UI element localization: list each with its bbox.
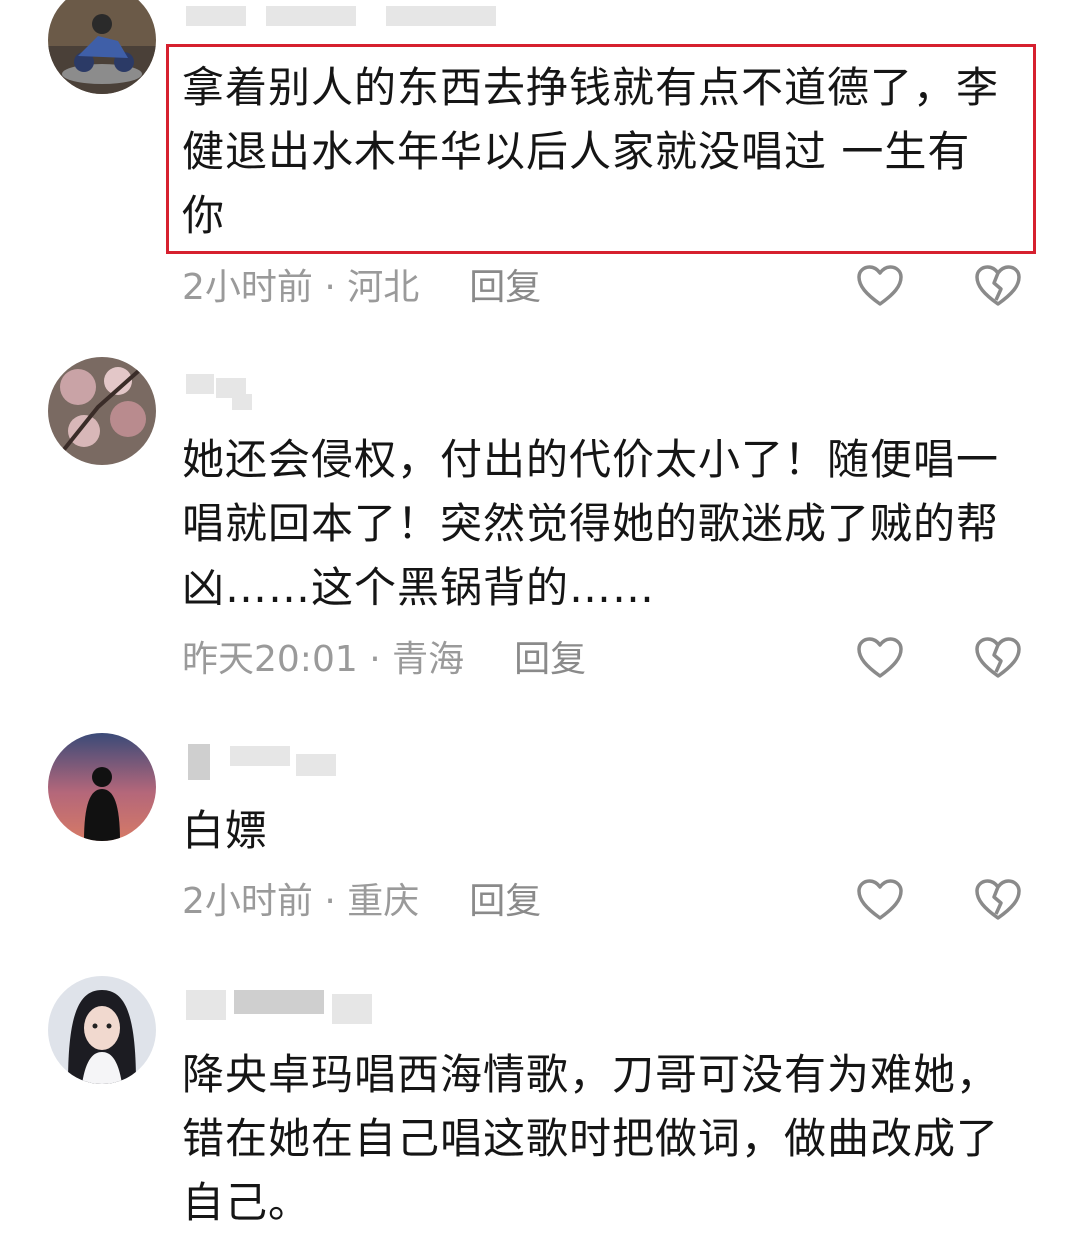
- comment-location: 青海: [392, 639, 465, 680]
- comment-time: 2小时前: [182, 267, 313, 308]
- comment-location: 河北: [347, 267, 420, 308]
- meta-separator: ·: [357, 639, 393, 680]
- heart-outline-icon: [857, 637, 903, 678]
- reply-button[interactable]: 回复: [514, 639, 586, 680]
- broken-heart-icon: [975, 637, 1021, 678]
- dislike-button[interactable]: [973, 263, 1023, 309]
- meta-separator: ·: [312, 881, 348, 922]
- heart-outline-icon: [857, 265, 903, 306]
- avatar[interactable]: [48, 357, 156, 465]
- comment-meta: 昨天20:01 · 青海 回复: [182, 635, 586, 685]
- comment-text: 降央卓玛唱西海情歌，刀哥可没有为难她，错在她在自己唱这歌时把做词，做曲改成了自己…: [182, 1050, 1000, 1227]
- comment-location: 重庆: [347, 881, 420, 922]
- comment-meta: 2小时前 · 重庆 回复: [182, 877, 541, 927]
- comment-text: 拿着别人的东西去挣钱就有点不道德了，李健退出水木年华以后人家就没唱过 一生有你: [182, 63, 1000, 240]
- avatar[interactable]: [48, 733, 156, 841]
- reply-button[interactable]: 回复: [469, 881, 541, 922]
- like-button[interactable]: [855, 635, 905, 681]
- avatar[interactable]: [48, 0, 156, 94]
- reply-button[interactable]: 回复: [469, 267, 541, 308]
- comment-meta: 2小时前 · 河北 回复: [182, 263, 541, 313]
- heart-outline-icon: [857, 879, 903, 920]
- dislike-button[interactable]: [973, 635, 1023, 681]
- comment-time: 2小时前: [182, 881, 313, 922]
- dislike-button[interactable]: [973, 877, 1023, 923]
- comment-text: 白嫖: [182, 806, 269, 855]
- broken-heart-icon: [975, 265, 1021, 306]
- comment-time: 昨天20:01: [182, 639, 358, 680]
- avatar[interactable]: [48, 976, 156, 1084]
- like-button[interactable]: [855, 263, 905, 309]
- meta-separator: ·: [312, 267, 348, 308]
- like-button[interactable]: [855, 877, 905, 923]
- broken-heart-icon: [975, 879, 1021, 920]
- comment-text: 她还会侵权，付出的代价太小了！随便唱一唱就回本了！突然觉得她的歌迷成了贼的帮凶……: [182, 435, 1000, 612]
